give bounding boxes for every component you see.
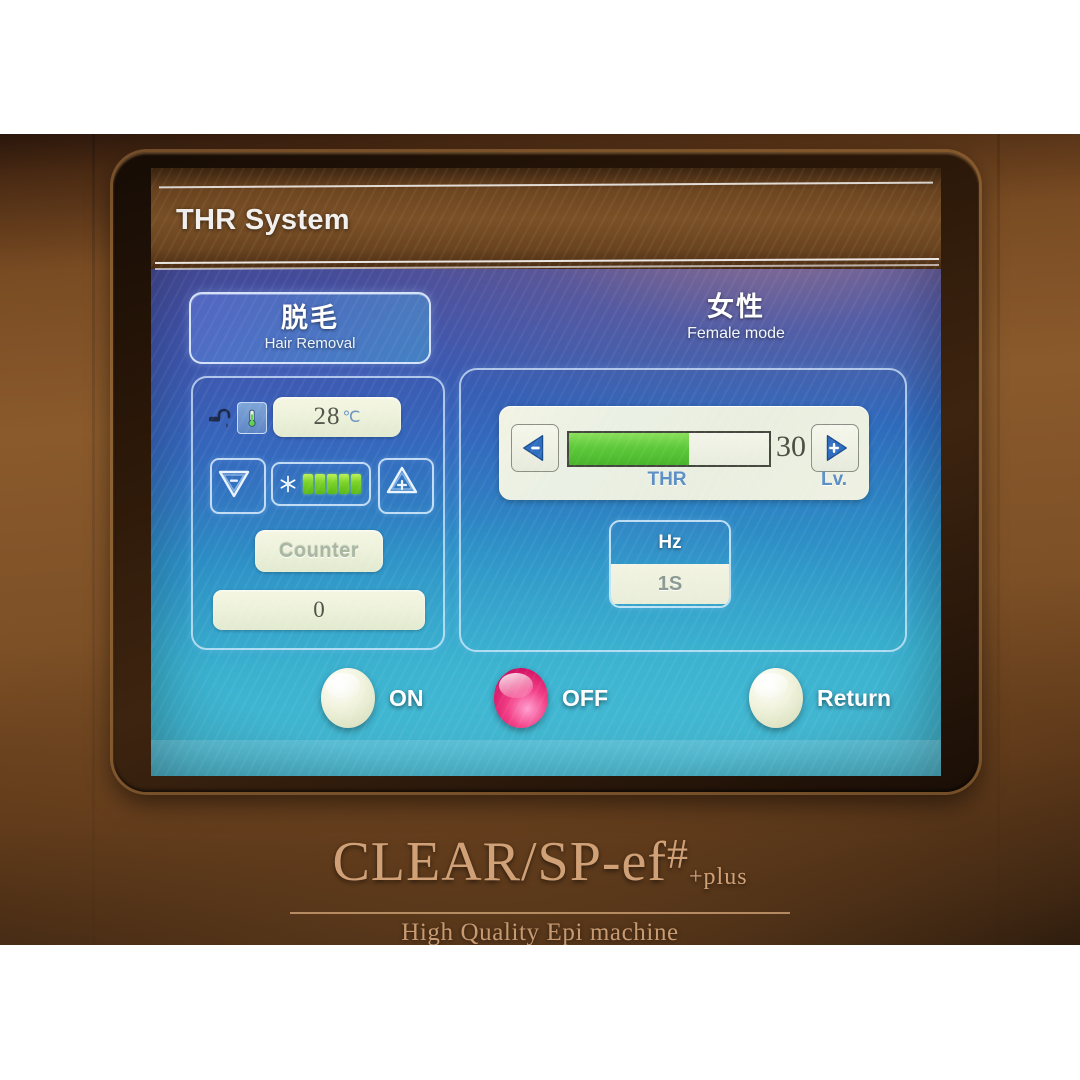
gender-label-jp: 女性	[707, 292, 765, 322]
on-button-orb	[321, 668, 375, 728]
header-rule-top	[159, 181, 933, 189]
brand-name: CLEAR/SP-ef#+plus	[0, 824, 1080, 908]
lcd-screen: THR System 脱毛 Hair Removal 女性 Female mod…	[151, 168, 941, 776]
mode-button-label-en: Hair Removal	[264, 334, 356, 352]
hz-value: 1S	[657, 572, 683, 595]
thermometer-icon	[237, 402, 267, 434]
mode-button-hair-removal[interactable]: 脱毛 Hair Removal	[189, 292, 431, 364]
cooling-bar	[339, 474, 349, 494]
hz-selector[interactable]: Hz 1S	[609, 520, 731, 608]
counter-value-display: 0	[213, 590, 425, 630]
return-button[interactable]: Return	[749, 668, 891, 728]
brand-divider	[290, 912, 790, 914]
header-rule-lower-2	[155, 263, 939, 271]
screenshot-root: THR System 脱毛 Hair Removal 女性 Female mod…	[0, 0, 1080, 1080]
on-button-label: ON	[389, 684, 424, 711]
letterbox-top	[0, 0, 1080, 134]
lcd-bezel: THR System 脱毛 Hair Removal 女性 Female mod…	[113, 152, 979, 792]
brand-name-text: CLEAR/SP-ef	[332, 831, 667, 893]
cooling-counter-panel: 28 ℃ Counter 0	[191, 376, 445, 650]
temperature-value: 28	[313, 403, 341, 430]
counter-value-text: 0	[313, 597, 325, 622]
thr-decrease-button[interactable]	[511, 424, 559, 472]
thr-level-unit-label: Lv.	[820, 469, 848, 490]
cooling-increase-button[interactable]	[378, 458, 434, 514]
faucet-icon	[207, 405, 233, 431]
snowflake-icon	[280, 475, 296, 493]
brand-subtitle: High Quality Epi machine	[401, 919, 679, 946]
thr-settings-panel: 30 THR Lv. Hz 1S	[459, 368, 907, 652]
brand-plate: CLEAR/SP-ef#+plus High Quality Epi machi…	[0, 824, 1080, 947]
cooling-bar	[351, 474, 361, 494]
cooling-decrease-button[interactable]	[210, 458, 266, 514]
page-title: THR System	[176, 204, 350, 236]
gender-label-en: Female mode	[687, 325, 785, 342]
device-housing: THR System 脱毛 Hair Removal 女性 Female mod…	[0, 134, 1080, 947]
cooling-bar	[315, 474, 325, 494]
thr-value: 30	[776, 430, 806, 463]
gender-mode-indicator[interactable]: 女性 Female mode	[581, 292, 891, 344]
header-rule-lower-1	[155, 257, 939, 265]
cooling-level-indicator[interactable]	[271, 462, 371, 506]
hz-label: Hz	[658, 532, 682, 553]
power-button-row: ON OFF Return	[151, 668, 941, 738]
cooling-bar	[327, 474, 337, 494]
temperature-unit: ℃	[342, 409, 361, 426]
lcd-bottom-band	[151, 740, 941, 776]
thr-level-control: 30 THR Lv.	[499, 406, 869, 500]
hz-header: Hz	[611, 522, 729, 564]
thr-increase-button[interactable]	[811, 424, 859, 472]
return-button-label: Return	[817, 684, 892, 711]
hz-value-field[interactable]: 1S	[611, 564, 729, 604]
thr-slider-fill	[569, 433, 689, 465]
brand-plus-mark: +plus	[689, 864, 748, 890]
on-button[interactable]: ON	[321, 668, 424, 728]
off-button-orb	[494, 668, 548, 728]
off-button-label: OFF	[562, 684, 608, 711]
mode-button-label-jp: 脱毛	[281, 302, 339, 333]
cooling-level-bars	[303, 474, 361, 494]
off-button[interactable]: OFF	[494, 668, 608, 728]
brand-hash-mark: #	[667, 832, 689, 878]
counter-label[interactable]: Counter	[255, 530, 383, 572]
counter-label-text: Counter	[278, 539, 360, 562]
letterbox-bottom	[0, 945, 1080, 1080]
thr-slider-track[interactable]	[567, 431, 771, 467]
temperature-display: 28 ℃	[273, 397, 401, 437]
cooling-bar	[303, 474, 313, 494]
screen-header: THR System	[151, 168, 941, 271]
return-button-orb	[749, 668, 803, 728]
thr-label: THR	[647, 469, 687, 490]
